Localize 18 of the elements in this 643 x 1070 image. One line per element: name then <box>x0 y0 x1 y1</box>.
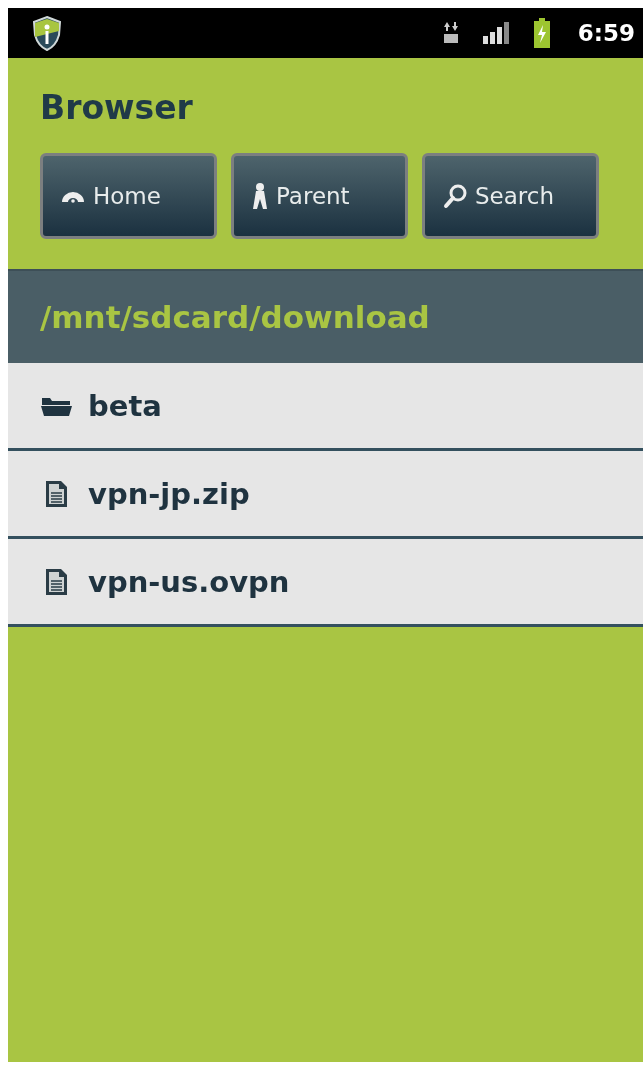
current-path: /mnt/sdcard/download <box>40 299 430 335</box>
file-name: vpn-jp.zip <box>88 476 250 511</box>
file-row[interactable]: vpn-us.ovpn <box>8 539 643 627</box>
app-title: Browser <box>40 88 194 127</box>
file-name: vpn-us.ovpn <box>88 564 290 599</box>
figure-icon <box>252 182 268 210</box>
file-name: beta <box>88 388 162 423</box>
nav-button[interactable]: Parent <box>231 153 408 239</box>
shield-icon <box>32 15 62 51</box>
battery-icon <box>533 18 550 48</box>
file-row[interactable]: vpn-jp.zip <box>8 451 643 539</box>
nav-button[interactable]: Home <box>40 153 217 239</box>
file-row[interactable]: beta <box>8 363 643 451</box>
nav-button[interactable]: Search <box>422 153 599 239</box>
search-icon <box>443 183 467 209</box>
signal-icon <box>481 21 512 45</box>
data-arrows-icon <box>441 21 460 45</box>
clock: 6:59 <box>577 20 635 46</box>
